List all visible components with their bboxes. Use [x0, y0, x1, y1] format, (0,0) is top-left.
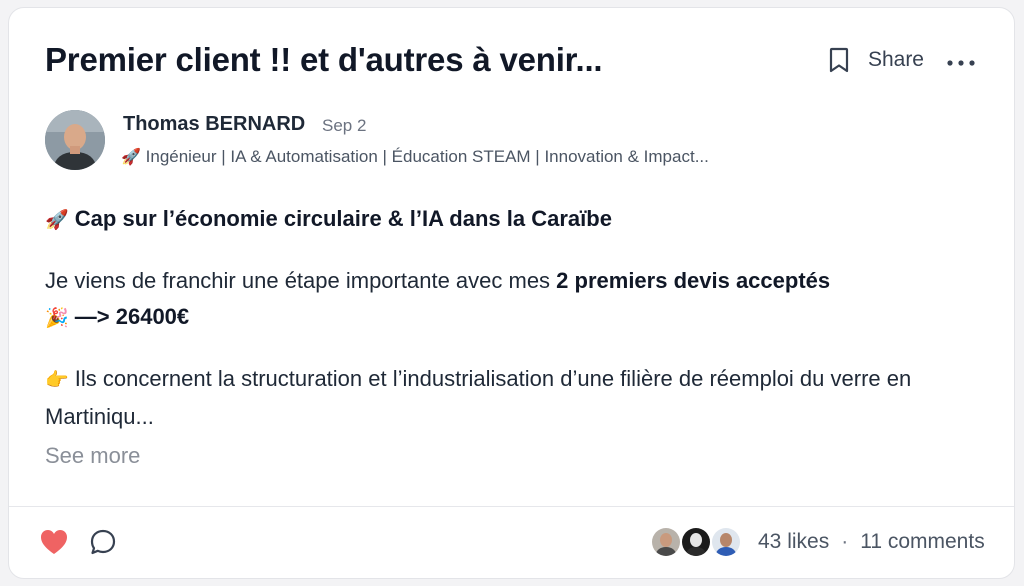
- post-title[interactable]: Premier client !! et d'autres à venir...: [45, 41, 603, 79]
- body-paragraph-1: 🚀 Cap sur l’économie circulaire & l’IA d…: [45, 201, 975, 239]
- post-stats: 43 likes · 11 comments: [758, 530, 985, 554]
- body-text: Ils concernent la structuration et l’ind…: [45, 366, 912, 429]
- comment-icon[interactable]: [89, 528, 117, 556]
- share-button[interactable]: Share: [868, 48, 924, 72]
- see-more-link[interactable]: See more: [45, 443, 140, 469]
- body-text: Je viens de franchir une étape important…: [45, 268, 557, 293]
- post-body: 🚀 Cap sur l’économie circulaire & l’IA d…: [45, 201, 975, 459]
- likers-avatars[interactable]: [650, 526, 744, 558]
- heart-icon[interactable]: [39, 528, 69, 556]
- body-heading: Cap sur l’économie circulaire & l’IA dan…: [68, 206, 612, 231]
- body-amount: —> 26400€: [68, 304, 190, 329]
- liker-avatar: [680, 526, 712, 558]
- rocket-emoji: 🚀: [45, 210, 69, 231]
- author-headline: 🚀 Ingénieur | IA & Automatisation | Éduc…: [121, 147, 709, 167]
- liker-avatar: [650, 526, 682, 558]
- author-name[interactable]: Thomas BERNARD: [123, 113, 305, 136]
- post-actions: Share: [826, 45, 976, 75]
- post-card: Premier client !! et d'autres à venir...…: [8, 7, 1015, 579]
- comments-count[interactable]: 11 comments: [860, 530, 985, 554]
- more-icon[interactable]: [946, 55, 976, 66]
- author-avatar[interactable]: [45, 110, 105, 170]
- liker-avatar: [710, 526, 742, 558]
- body-paragraph-2: Je viens de franchir une étape important…: [45, 263, 975, 337]
- bookmark-icon[interactable]: [826, 46, 852, 74]
- likes-count[interactable]: 43 likes: [758, 530, 829, 554]
- footer-divider: [9, 506, 1014, 507]
- party-emoji: 🎉: [45, 308, 69, 329]
- body-bold-text: 2 premiers devis acceptés: [556, 268, 831, 293]
- rocket-emoji: 🚀: [121, 149, 141, 166]
- headline-text: Ingénieur | IA & Automatisation | Éducat…: [140, 147, 709, 166]
- stats-separator: ·: [841, 530, 849, 553]
- body-paragraph-3: 👉 Ils concernent la structuration et l’i…: [45, 361, 975, 435]
- post-date: Sep 2: [322, 116, 367, 135]
- pointing-emoji: 👉: [45, 370, 69, 391]
